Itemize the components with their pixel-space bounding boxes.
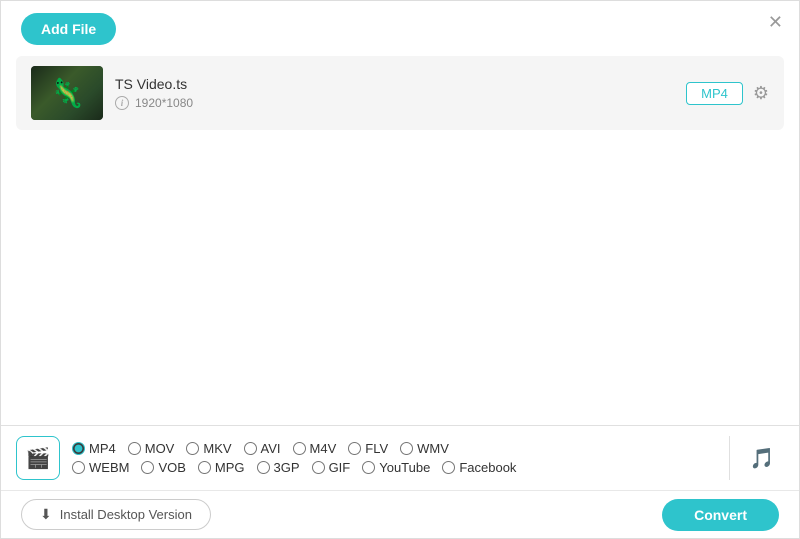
radio-gif[interactable] [312,461,325,474]
video-format-icon-button[interactable]: 🎬 [16,436,60,480]
info-icon: i [115,96,129,110]
label-webm: WEBM [89,460,129,475]
close-button[interactable]: ✕ [768,13,783,31]
thumbnail-image [31,66,103,120]
format-option-youtube[interactable]: YouTube [362,460,430,475]
label-vob: VOB [158,460,185,475]
format-badge[interactable]: MP4 [686,82,743,105]
file-meta: i 1920*1080 [115,96,674,110]
radio-mp4[interactable] [72,442,85,455]
radio-wmv[interactable] [400,442,413,455]
format-option-vob[interactable]: VOB [141,460,185,475]
file-info: TS Video.ts i 1920*1080 [115,76,674,110]
format-options: MP4 MOV MKV AVI M4V FLV [72,441,719,475]
format-option-m4v[interactable]: M4V [293,441,337,456]
format-option-gif[interactable]: GIF [312,460,351,475]
format-option-wmv[interactable]: WMV [400,441,449,456]
audio-format-icon-button[interactable]: 🎵 [740,436,784,480]
format-option-mp4[interactable]: MP4 [72,441,116,456]
install-label: Install Desktop Version [60,507,192,522]
radio-webm[interactable] [72,461,85,474]
label-mp4: MP4 [89,441,116,456]
radio-flv[interactable] [348,442,361,455]
label-mkv: MKV [203,441,231,456]
label-m4v: M4V [310,441,337,456]
radio-mpg[interactable] [198,461,211,474]
footer: ⬇ Install Desktop Version Convert [1,490,799,538]
radio-avi[interactable] [244,442,257,455]
format-row-2: WEBM VOB MPG 3GP GIF YouTube [72,460,719,475]
radio-3gp[interactable] [257,461,270,474]
format-option-facebook[interactable]: Facebook [442,460,516,475]
settings-icon[interactable]: ⚙ [753,83,769,104]
format-option-mov[interactable]: MOV [128,441,175,456]
install-desktop-button[interactable]: ⬇ Install Desktop Version [21,499,211,530]
format-option-webm[interactable]: WEBM [72,460,129,475]
format-option-flv[interactable]: FLV [348,441,388,456]
label-3gp: 3GP [274,460,300,475]
download-icon: ⬇ [40,506,52,523]
label-flv: FLV [365,441,388,456]
format-option-mkv[interactable]: MKV [186,441,231,456]
file-name: TS Video.ts [115,76,674,92]
file-resolution: 1920*1080 [135,96,193,110]
label-facebook: Facebook [459,460,516,475]
file-thumbnail [31,66,103,120]
radio-vob[interactable] [141,461,154,474]
radio-facebook[interactable] [442,461,455,474]
add-file-button[interactable]: Add File [21,13,116,45]
label-youtube: YouTube [379,460,430,475]
format-row-1: MP4 MOV MKV AVI M4V FLV [72,441,719,456]
file-actions: MP4 ⚙ [686,82,769,105]
label-mov: MOV [145,441,175,456]
radio-m4v[interactable] [293,442,306,455]
format-option-mpg[interactable]: MPG [198,460,245,475]
label-avi: AVI [261,441,281,456]
label-mpg: MPG [215,460,245,475]
label-wmv: WMV [417,441,449,456]
radio-mkv[interactable] [186,442,199,455]
radio-youtube[interactable] [362,461,375,474]
film-icon: 🎬 [26,446,51,471]
format-option-avi[interactable]: AVI [244,441,281,456]
music-note-icon: 🎵 [750,446,775,471]
file-item: TS Video.ts i 1920*1080 MP4 ⚙ [16,56,784,130]
format-toolbar: 🎬 MP4 MOV MKV AVI M4V [1,425,799,490]
label-gif: GIF [329,460,351,475]
convert-button[interactable]: Convert [662,499,779,531]
format-option-3gp[interactable]: 3GP [257,460,300,475]
toolbar-divider [729,436,730,480]
main-content: TS Video.ts i 1920*1080 MP4 ⚙ [16,56,784,428]
radio-mov[interactable] [128,442,141,455]
